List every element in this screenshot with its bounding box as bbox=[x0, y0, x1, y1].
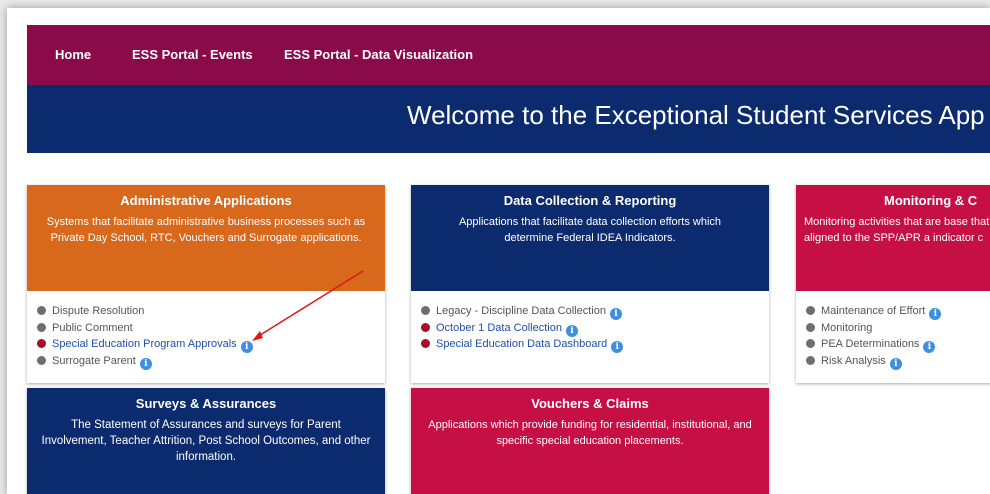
browser-content: Home ESS Portal - Events ESS Portal - Da… bbox=[7, 8, 990, 494]
red-arrow-annotation bbox=[252, 270, 364, 341]
arrow-shaft bbox=[256, 270, 364, 338]
arrow-head bbox=[252, 331, 263, 341]
